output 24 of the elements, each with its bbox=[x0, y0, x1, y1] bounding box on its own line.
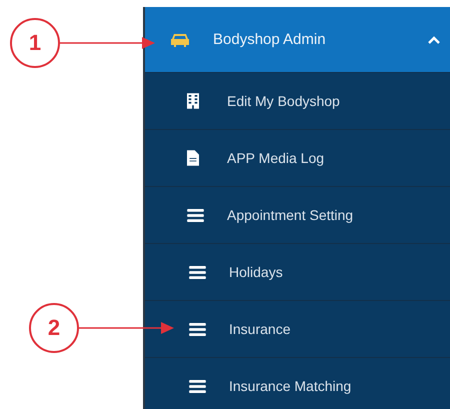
menu-header-label: Bodyshop Admin bbox=[213, 31, 326, 48]
car-icon bbox=[170, 32, 190, 46]
menu-item[interactable]: APP Media Log bbox=[145, 130, 450, 187]
list-icon bbox=[189, 266, 206, 278]
menu-item[interactable]: Insurance bbox=[145, 301, 450, 358]
menu-item[interactable]: Insurance Matching bbox=[145, 358, 450, 409]
menu-item-label: Edit My Bodyshop bbox=[227, 93, 340, 109]
list-icon bbox=[189, 322, 206, 336]
list-icon bbox=[189, 380, 206, 392]
menu-item-label: APP Media Log bbox=[227, 150, 324, 166]
menu-item[interactable]: Edit My Bodyshop bbox=[145, 73, 450, 130]
list-icon bbox=[187, 208, 204, 222]
callout-number: 1 bbox=[10, 18, 60, 68]
menu-item-label: Insurance bbox=[229, 321, 290, 337]
menu-item[interactable]: Holidays bbox=[145, 244, 450, 301]
chevron-up-icon[interactable] bbox=[428, 36, 440, 44]
callout-number: 2 bbox=[29, 303, 79, 353]
menu-item-label: Holidays bbox=[229, 264, 283, 280]
menu-item-label: Insurance Matching bbox=[229, 378, 352, 394]
menu-header[interactable]: Bodyshop Admin bbox=[145, 7, 450, 73]
menu-item[interactable]: Appointment Setting bbox=[145, 187, 450, 244]
menu-item-label: Appointment Setting bbox=[227, 207, 354, 223]
building-icon bbox=[187, 93, 199, 109]
document-icon bbox=[187, 150, 199, 166]
